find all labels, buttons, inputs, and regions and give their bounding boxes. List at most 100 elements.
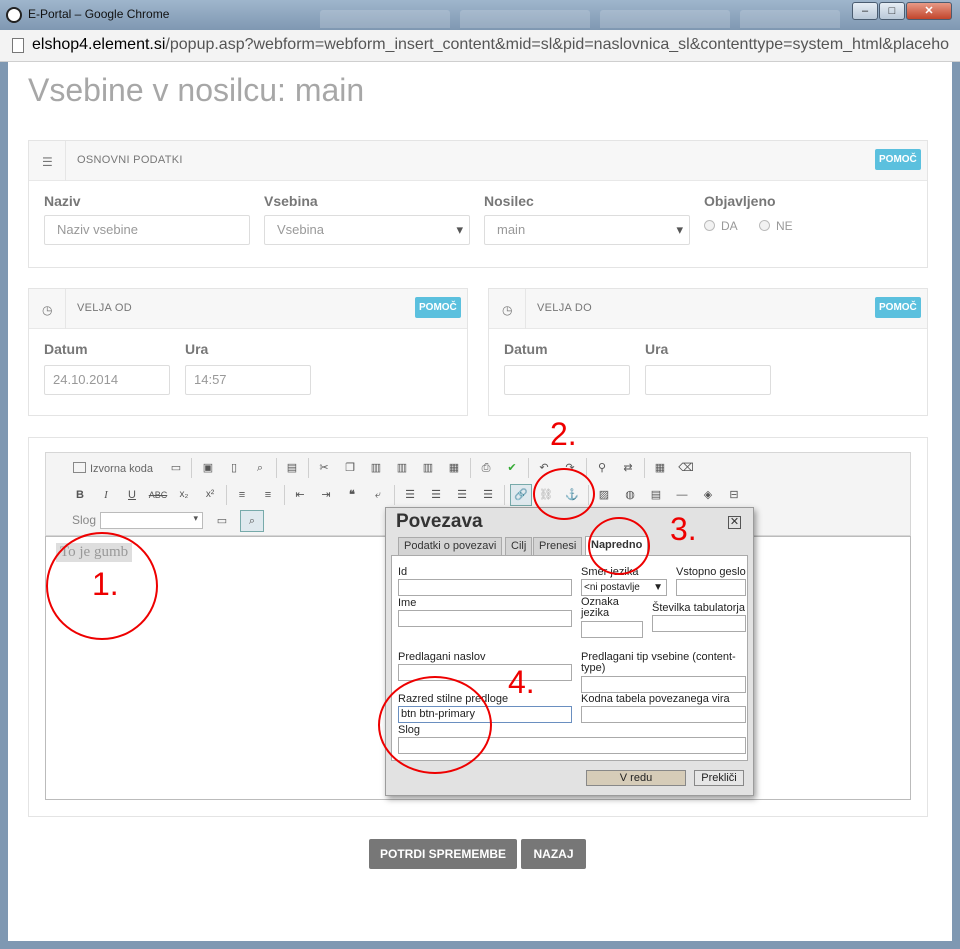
tab-upload[interactable]: Prenesi — [533, 537, 583, 555]
minimize-button[interactable]: – — [852, 2, 878, 20]
valid-from-panel: ◷ VELJA OD POMOČ Datum 24.10.2014 Ura 14… — [28, 288, 468, 416]
source-button[interactable]: Izvorna koda — [72, 457, 160, 479]
flash-icon[interactable]: ◍ — [620, 485, 640, 505]
radio-da[interactable]: DA — [704, 219, 738, 233]
image-icon[interactable]: ▨ — [594, 485, 614, 505]
back-button[interactable]: NAZAJ — [521, 839, 586, 869]
radio-icon — [704, 220, 715, 231]
eraser-icon[interactable]: ⌫ — [676, 458, 696, 478]
panel-header: ☰ OSNOVNI PODATKI POMOČ — [29, 141, 927, 181]
time-input[interactable]: 14:57 — [185, 365, 311, 395]
outdent-icon[interactable]: ⇤ — [290, 485, 310, 505]
align-left-icon[interactable]: ☰ — [400, 485, 420, 505]
background-tab — [460, 10, 590, 28]
panel-header: ◷ VELJA OD POMOČ — [29, 289, 467, 329]
list-icon: ☰ — [42, 155, 53, 169]
date-input[interactable]: 24.10.2014 — [44, 365, 170, 395]
clipboard-icon[interactable]: ▦ — [444, 458, 464, 478]
align-right-icon[interactable]: ☰ — [452, 485, 472, 505]
justify-icon[interactable]: ☰ — [478, 485, 498, 505]
content-type-label: Predlagani tip vsebine (content-type) — [581, 651, 736, 674]
numbered-list-icon[interactable]: ≡ — [232, 485, 252, 505]
document-icon[interactable]: ▤ — [282, 458, 302, 478]
align-center-icon[interactable]: ☰ — [426, 485, 446, 505]
templates-icon[interactable]: ▭ — [166, 458, 186, 478]
link-icon[interactable]: 🔗 — [510, 484, 532, 506]
background-tab — [740, 10, 840, 28]
url-text[interactable]: elshop4.element.si/popup.asp?webform=web… — [32, 36, 952, 54]
paste-icon[interactable]: ▥ — [366, 458, 386, 478]
ok-button[interactable]: V redu — [586, 770, 686, 786]
confirm-changes-button[interactable]: POTRDI SPREMEMBE — [369, 839, 517, 869]
preview-icon[interactable]: ⌕ — [250, 458, 270, 478]
divider — [504, 485, 505, 505]
horizontal-rule-icon[interactable]: ― — [672, 485, 692, 505]
spellcheck-icon[interactable]: ✔ — [502, 458, 522, 478]
name-input[interactable] — [398, 610, 572, 627]
save-icon[interactable]: ▣ — [198, 458, 218, 478]
superscript-icon[interactable]: x² — [200, 485, 220, 505]
window-frame — [0, 62, 8, 949]
vsebina-select[interactable]: Vsebina — [264, 215, 470, 245]
help-button[interactable]: POMOČ — [875, 297, 921, 318]
div-icon[interactable]: ⤶ — [368, 485, 388, 505]
replace-icon[interactable]: ⇄ — [618, 458, 638, 478]
lang-code-input[interactable] — [581, 621, 643, 638]
help-button[interactable]: POMOČ — [415, 297, 461, 318]
style-select[interactable]: ▾ — [100, 512, 203, 529]
blockquote-icon[interactable]: ❝ — [342, 485, 362, 505]
select-all-icon[interactable]: ▦ — [650, 458, 670, 478]
url-host: elshop4.element.si — [32, 36, 166, 53]
maximize-button[interactable]: □ — [879, 2, 905, 20]
charset-input[interactable] — [581, 706, 746, 723]
help-button[interactable]: POMOČ — [875, 149, 921, 170]
date-input[interactable] — [504, 365, 630, 395]
dialog-close-icon[interactable]: ✕ — [728, 516, 741, 529]
smiley-icon[interactable]: ◈ — [698, 485, 718, 505]
show-blocks-icon[interactable]: ⌕ — [240, 510, 264, 532]
source-label: Izvorna koda — [90, 463, 153, 475]
tab-index-input[interactable] — [652, 615, 746, 632]
indent-icon[interactable]: ⇥ — [316, 485, 336, 505]
paste-word-icon[interactable]: ▥ — [418, 458, 438, 478]
divider — [284, 485, 285, 505]
divider — [644, 458, 645, 478]
underline-icon[interactable]: U — [122, 485, 142, 505]
access-key-input[interactable] — [676, 579, 746, 596]
italic-icon[interactable]: I — [96, 485, 116, 505]
id-input[interactable] — [398, 579, 572, 596]
divider — [528, 458, 529, 478]
naziv-input[interactable]: Naziv vsebine — [44, 215, 250, 245]
lang-dir-select[interactable]: <ni postavlje ▼ — [581, 579, 667, 596]
page-break-icon[interactable]: ⊟ — [724, 485, 744, 505]
close-window-button[interactable]: ✕ — [906, 2, 952, 20]
panel-title: OSNOVNI PODATKI — [77, 154, 183, 166]
subscript-icon[interactable]: x₂ — [174, 485, 194, 505]
copy-icon[interactable]: ❐ — [340, 458, 360, 478]
app-icon — [6, 7, 22, 23]
window-frame — [952, 62, 960, 949]
divider — [226, 485, 227, 505]
annotation-circle — [533, 468, 595, 520]
tab-target[interactable]: Cilj — [505, 537, 533, 555]
address-bar[interactable]: elshop4.element.si/popup.asp?webform=web… — [0, 30, 960, 62]
print-icon[interactable]: ⎙ — [476, 458, 496, 478]
cancel-button[interactable]: Prekliči — [694, 770, 744, 786]
strike-icon[interactable]: ABC — [148, 485, 168, 505]
background-tab — [320, 10, 450, 28]
nosilec-label: Nosilec — [484, 193, 534, 209]
new-page-icon[interactable]: ▯ — [224, 458, 244, 478]
tab-link-info[interactable]: Podatki o povezavi — [398, 537, 503, 555]
find-icon[interactable]: ⚲ — [592, 458, 612, 478]
radio-ne[interactable]: NE — [759, 219, 793, 233]
paste-text-icon[interactable]: ▥ — [392, 458, 412, 478]
maximize-icon[interactable]: ▭ — [212, 511, 232, 531]
divider — [394, 485, 395, 505]
nosilec-select[interactable]: main — [484, 215, 690, 245]
bold-icon[interactable]: B — [70, 485, 90, 505]
cut-icon[interactable]: ✂ — [314, 458, 334, 478]
table-icon[interactable]: ▤ — [646, 485, 666, 505]
bulleted-list-icon[interactable]: ≡ — [258, 485, 278, 505]
time-input[interactable] — [645, 365, 771, 395]
content-type-input[interactable] — [581, 676, 746, 693]
